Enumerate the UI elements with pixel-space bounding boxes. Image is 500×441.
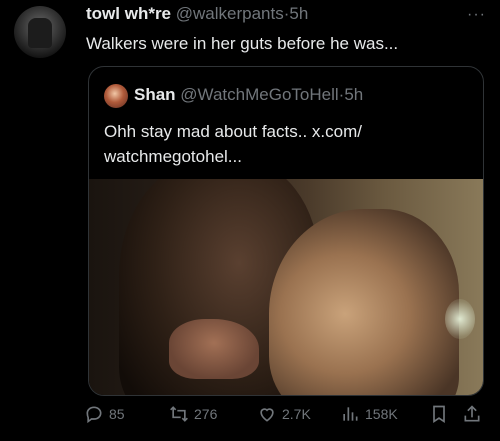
quote-text: Ohh stay mad about facts.. x.com/ watchm… (104, 122, 362, 166)
like-count: 2.7K (282, 406, 311, 422)
retweet-icon (170, 406, 188, 422)
media-light (445, 299, 475, 339)
views-button[interactable]: 158K (340, 404, 398, 424)
quote-author-handle[interactable]: @WatchMeGoToHell (180, 85, 338, 104)
like-button[interactable]: 2.7K (257, 404, 311, 424)
quote-media-image[interactable] (89, 179, 483, 395)
share-icon (464, 405, 480, 422)
action-bar: 85 276 2.7K 158K (84, 404, 496, 430)
reply-button[interactable]: 85 (84, 404, 125, 424)
reply-count: 85 (109, 406, 125, 422)
avatar[interactable] (14, 6, 66, 58)
tweet-header: towl wh*re @walkerpants·5h (86, 4, 308, 24)
bookmark-button[interactable] (429, 404, 449, 424)
bookmark-icon (433, 405, 445, 424)
quoted-tweet[interactable]: Shan @WatchMeGoToHell·5h Ohh stay mad ab… (88, 66, 484, 396)
tweet-text: Walkers were in her guts before he was..… (86, 34, 399, 53)
author-name[interactable]: towl wh*re (86, 4, 171, 23)
media-hand (169, 319, 259, 379)
media-figure-woman (269, 209, 459, 395)
retweet-count: 276 (194, 406, 218, 422)
views-count: 158K (365, 406, 398, 422)
reply-icon (86, 406, 102, 424)
timestamp[interactable]: 5h (289, 4, 308, 23)
heart-icon (260, 408, 274, 422)
quote-timestamp[interactable]: 5h (344, 85, 363, 104)
share-button[interactable] (462, 404, 482, 424)
author-handle[interactable]: @walkerpants (176, 4, 284, 23)
quote-author-name[interactable]: Shan (134, 85, 176, 104)
retweet-button[interactable]: 276 (169, 404, 217, 424)
views-icon (343, 407, 358, 421)
more-options-button[interactable]: ··· (467, 6, 486, 24)
quote-avatar[interactable] (104, 84, 128, 108)
tweet[interactable]: towl wh*re @walkerpants·5h ··· Walkers w… (0, 0, 500, 441)
quote-header: Shan @WatchMeGoToHell·5h (134, 85, 363, 105)
